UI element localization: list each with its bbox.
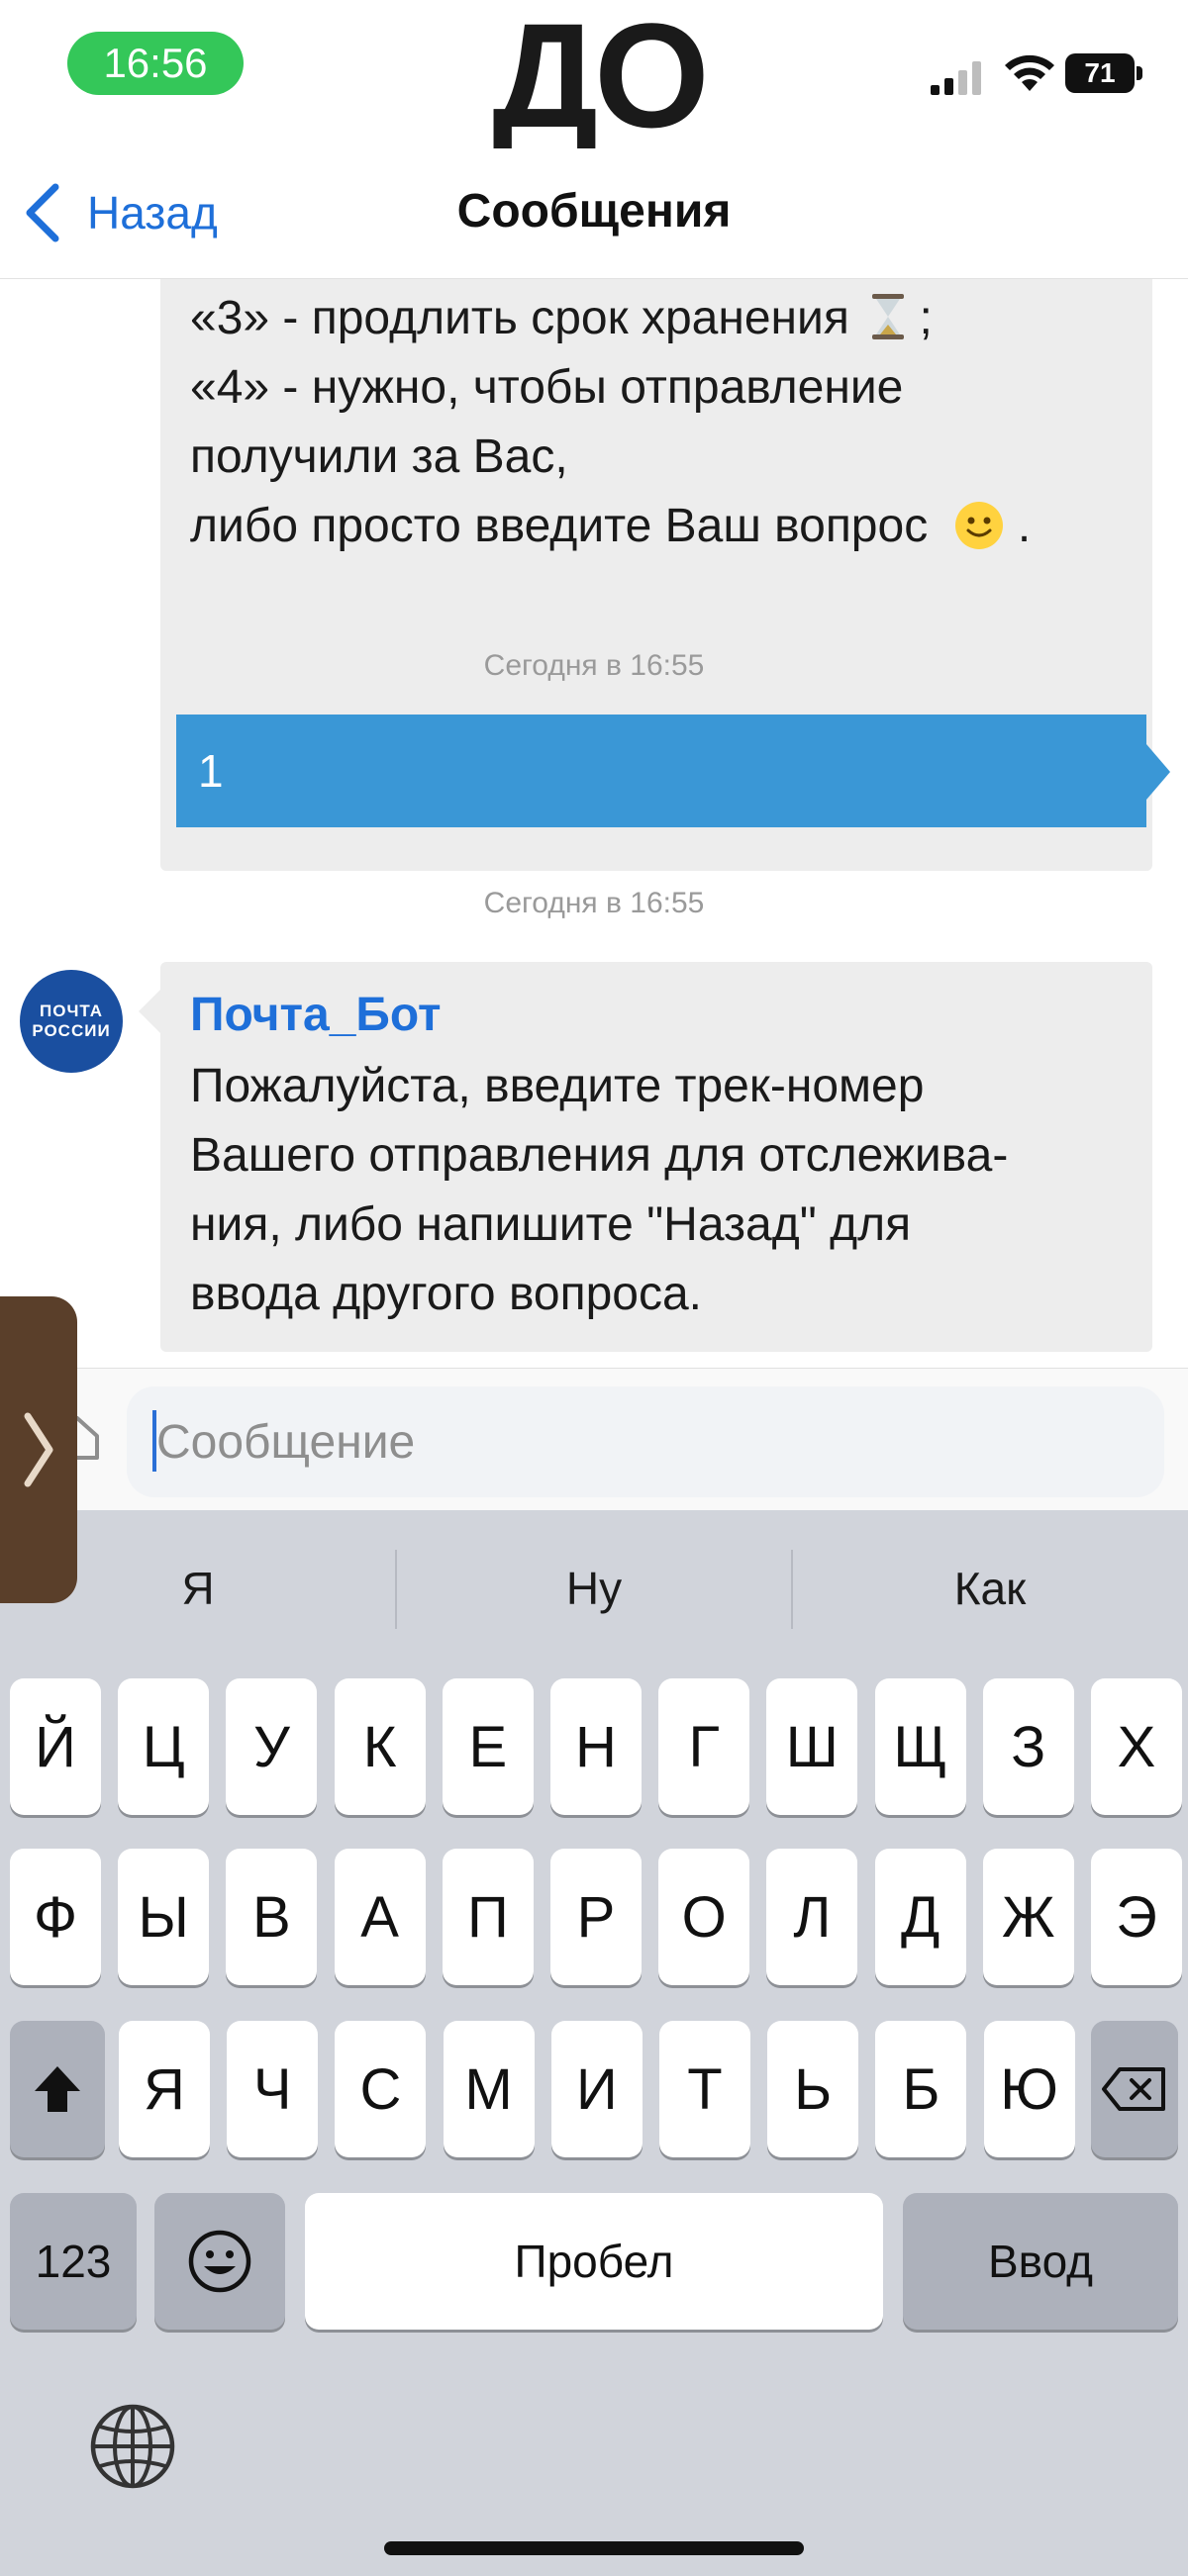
side-panel-tab[interactable] <box>0 1296 77 1603</box>
letter-key[interactable]: А <box>334 1849 426 1985</box>
letter-key[interactable]: У <box>226 1678 318 1815</box>
back-label: Назад <box>87 187 218 239</box>
letter-key[interactable]: Щ <box>874 1678 966 1815</box>
message-line: либо просто введите Ваш вопрос . <box>190 500 1032 552</box>
incoming-message: Почта_Бот Пожалуйста, введите трек-номер… <box>160 962 1152 1352</box>
home-indicator[interactable] <box>384 2541 804 2555</box>
letter-key[interactable]: Ч <box>227 2021 319 2157</box>
message-timestamp: Сегодня в 16:55 <box>483 887 705 919</box>
emoji-icon <box>188 2230 251 2293</box>
shift-icon <box>35 2066 80 2112</box>
chat-area[interactable]: «3» - продлить срок хранения ; «4» - нуж… <box>0 279 1188 1368</box>
signal-icon <box>931 61 981 95</box>
nav-bar: Назад Сообщения <box>0 148 1188 279</box>
letter-key[interactable]: О <box>658 1849 750 1985</box>
letter-key[interactable]: В <box>226 1849 318 1985</box>
status-time: 16:56 <box>67 32 244 95</box>
letter-key[interactable]: Ш <box>766 1678 858 1815</box>
letter-key[interactable]: Б <box>875 2021 967 2157</box>
text-caret <box>152 1410 156 1472</box>
outgoing-message: 1 <box>176 715 1146 827</box>
globe-icon[interactable] <box>87 2401 178 2492</box>
keyboard: Я Ну Как ЙЦУКЕНГШЩЗХ ФЫВАПРОЛДЖЭ ЯЧСМИТЬ… <box>0 1510 1188 2576</box>
letter-key[interactable]: Э <box>1091 1849 1182 1985</box>
message-line: ввода другого вопроса. <box>190 1268 703 1320</box>
letter-key[interactable]: К <box>334 1678 426 1815</box>
message-line: получили за Вас, <box>190 430 568 483</box>
battery-icon: 71 <box>1065 53 1142 93</box>
overlay-label: ДО <box>492 0 710 158</box>
chevron-right-icon <box>24 1412 53 1487</box>
letter-key[interactable]: С <box>335 2021 427 2157</box>
smile-emoji-icon <box>954 502 1003 549</box>
letter-key[interactable]: П <box>442 1849 534 1985</box>
bot-avatar[interactable]: ПОЧТА РОССИИ <box>20 970 123 1073</box>
letter-key[interactable]: Ц <box>118 1678 210 1815</box>
message-line: Пожалуйста, введите трек-номер <box>190 1060 925 1112</box>
message-input-bar <box>0 1368 1188 1510</box>
letter-key[interactable]: Н <box>550 1678 642 1815</box>
suggestion-item[interactable]: Как <box>792 1510 1188 1667</box>
space-key[interactable]: Пробел <box>305 2193 883 2330</box>
letter-key[interactable]: Ю <box>983 2021 1075 2157</box>
chevron-left-icon <box>26 183 59 242</box>
emoji-key[interactable] <box>154 2193 285 2330</box>
letter-key[interactable]: И <box>550 2021 643 2157</box>
numbers-key[interactable]: 123 <box>10 2193 137 2330</box>
letter-key[interactable]: Й <box>10 1678 101 1815</box>
letter-key[interactable]: Е <box>442 1678 534 1815</box>
message-timestamp: Сегодня в 16:55 <box>483 649 705 682</box>
letter-key[interactable]: Я <box>119 2021 210 2157</box>
letter-key[interactable]: Г <box>658 1678 750 1815</box>
letter-key[interactable]: Ж <box>982 1849 1074 1985</box>
letter-key[interactable]: Ы <box>118 1849 210 1985</box>
shift-key[interactable] <box>10 2021 105 2157</box>
letter-key[interactable]: М <box>443 2021 535 2157</box>
return-key[interactable]: Ввод <box>903 2193 1178 2330</box>
letter-key[interactable]: Ь <box>767 2021 859 2157</box>
letter-key[interactable]: Т <box>659 2021 750 2157</box>
message-line: Вашего отправления для отслежива- <box>190 1129 1009 1182</box>
suggestion-bar: Я Ну Как <box>0 1510 1188 1667</box>
letter-key[interactable]: Р <box>550 1849 642 1985</box>
backspace-key[interactable] <box>1091 2021 1178 2157</box>
message-input[interactable] <box>127 1386 1164 1497</box>
letter-key[interactable]: Л <box>766 1849 858 1985</box>
page-title: Сообщения <box>456 185 732 238</box>
letter-key[interactable]: Х <box>1091 1678 1182 1815</box>
message-line: ния, либо напишите "Назад" для <box>190 1198 912 1251</box>
letter-key[interactable]: З <box>982 1678 1074 1815</box>
letter-key[interactable]: Д <box>874 1849 966 1985</box>
letter-key[interactable]: Ф <box>10 1849 101 1985</box>
sender-name[interactable]: Почта_Бот <box>190 988 442 1042</box>
back-button[interactable]: Назад <box>20 168 218 257</box>
hourglass-icon <box>872 294 905 339</box>
status-bar: 16:56 ДО 71 <box>0 0 1188 149</box>
message-line: «3» - продлить срок хранения ; <box>190 292 933 344</box>
suggestion-item[interactable]: Ну <box>396 1510 792 1667</box>
wifi-icon <box>1005 54 1054 91</box>
backspace-icon <box>1102 2067 1165 2111</box>
battery-level: 71 <box>1065 53 1135 93</box>
message-line: «4» - нужно, чтобы отправление <box>190 361 904 414</box>
